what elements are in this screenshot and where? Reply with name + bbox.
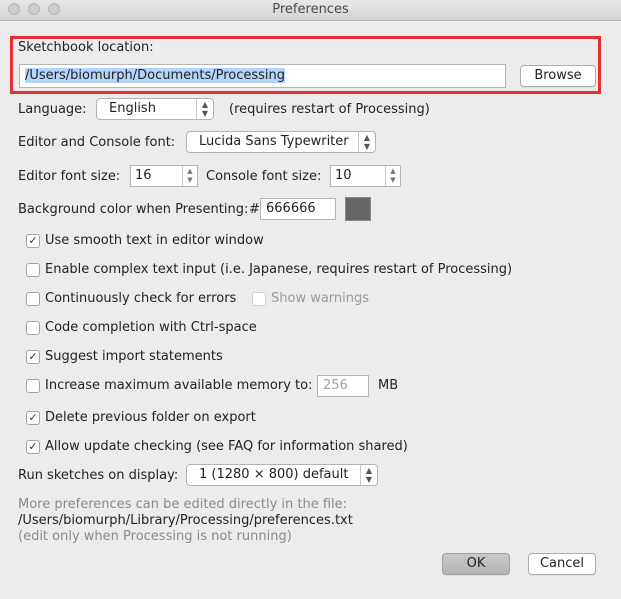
preferences-file-path: /Users/biomurph/Library/Processing/prefe…: [18, 513, 353, 528]
console-font-size-combo[interactable]: 10 ▲ ▼: [330, 165, 401, 187]
smooth-text-label: Use smooth text in editor window: [45, 233, 264, 248]
sketchbook-path-input[interactable]: /Users/biomurph/Documents/Processing: [19, 64, 506, 88]
editor-font-size-value: 16: [135, 168, 152, 183]
update-check-label: Allow update checking (see FAQ for infor…: [45, 439, 408, 454]
code-completion-checkbox[interactable]: [26, 321, 40, 335]
delete-previous-checkbox[interactable]: ✓: [26, 411, 40, 425]
delete-previous-label: Delete previous folder on export: [45, 410, 256, 425]
display-value: 1 (1280 × 800) default: [199, 467, 349, 482]
display-label: Run sketches on display:: [18, 468, 179, 483]
chevron-updown-icon: ▲ ▼: [360, 465, 377, 485]
chevron-updown-icon[interactable]: ▲ ▼: [182, 166, 197, 186]
increase-memory-checkbox[interactable]: [26, 379, 40, 393]
editor-font-select[interactable]: Lucida Sans Typewriter ▲ ▼: [186, 131, 376, 153]
display-select[interactable]: 1 (1280 × 800) default ▲ ▼: [186, 464, 378, 486]
title-bar: Preferences: [0, 0, 621, 21]
language-note: (requires restart of Processing): [229, 102, 430, 117]
show-warnings-label: Show warnings: [271, 291, 370, 306]
sketchbook-label: Sketchbook location:: [18, 40, 154, 55]
editor-font-label: Editor and Console font:: [18, 135, 176, 150]
cancel-button[interactable]: Cancel: [528, 553, 596, 575]
update-check-checkbox[interactable]: ✓: [26, 440, 40, 454]
language-select[interactable]: English ▲ ▼: [96, 98, 214, 120]
show-warnings-checkbox: [252, 292, 266, 306]
increase-memory-label: Increase maximum available memory to:: [45, 378, 313, 393]
suggest-imports-checkbox[interactable]: ✓: [26, 350, 40, 364]
memory-unit: MB: [378, 378, 399, 393]
console-font-size-value: 10: [335, 168, 352, 183]
browse-button[interactable]: Browse: [520, 65, 596, 87]
window-title: Preferences: [272, 2, 349, 17]
language-label: Language:: [18, 102, 87, 117]
code-completion-label: Code completion with Ctrl-space: [45, 320, 257, 335]
complex-input-label: Enable complex text input (i.e. Japanese…: [45, 262, 513, 277]
edit-note: (edit only when Processing is not runnin…: [18, 529, 292, 544]
sketchbook-path-text: /Users/biomurph/Documents/Processing: [25, 68, 286, 83]
language-value: English: [109, 101, 156, 116]
suggest-imports-label: Suggest import statements: [45, 349, 223, 364]
check-errors-label: Continuously check for errors: [45, 291, 237, 306]
check-errors-checkbox[interactable]: [26, 292, 40, 306]
complex-input-checkbox[interactable]: [26, 263, 40, 277]
editor-font-value: Lucida Sans Typewriter: [199, 134, 349, 149]
console-font-size-label: Console font size:: [206, 169, 322, 184]
background-color-swatch[interactable]: [345, 197, 371, 221]
smooth-text-checkbox[interactable]: ✓: [26, 234, 40, 248]
background-color-label: Background color when Presenting:: [18, 202, 249, 217]
chevron-updown-icon: ▲ ▼: [196, 99, 213, 119]
editor-font-size-label: Editor font size:: [18, 169, 121, 184]
memory-input[interactable]: 256: [317, 375, 369, 397]
editor-font-size-combo[interactable]: 16 ▲ ▼: [130, 165, 198, 187]
chevron-updown-icon: ▲ ▼: [358, 132, 375, 152]
hash-symbol: #: [249, 202, 260, 217]
background-color-input[interactable]: 666666: [260, 198, 336, 220]
ok-button[interactable]: OK: [442, 553, 510, 575]
more-preferences-text: More preferences can be edited directly …: [18, 497, 348, 512]
chevron-updown-icon[interactable]: ▲ ▼: [385, 166, 400, 186]
